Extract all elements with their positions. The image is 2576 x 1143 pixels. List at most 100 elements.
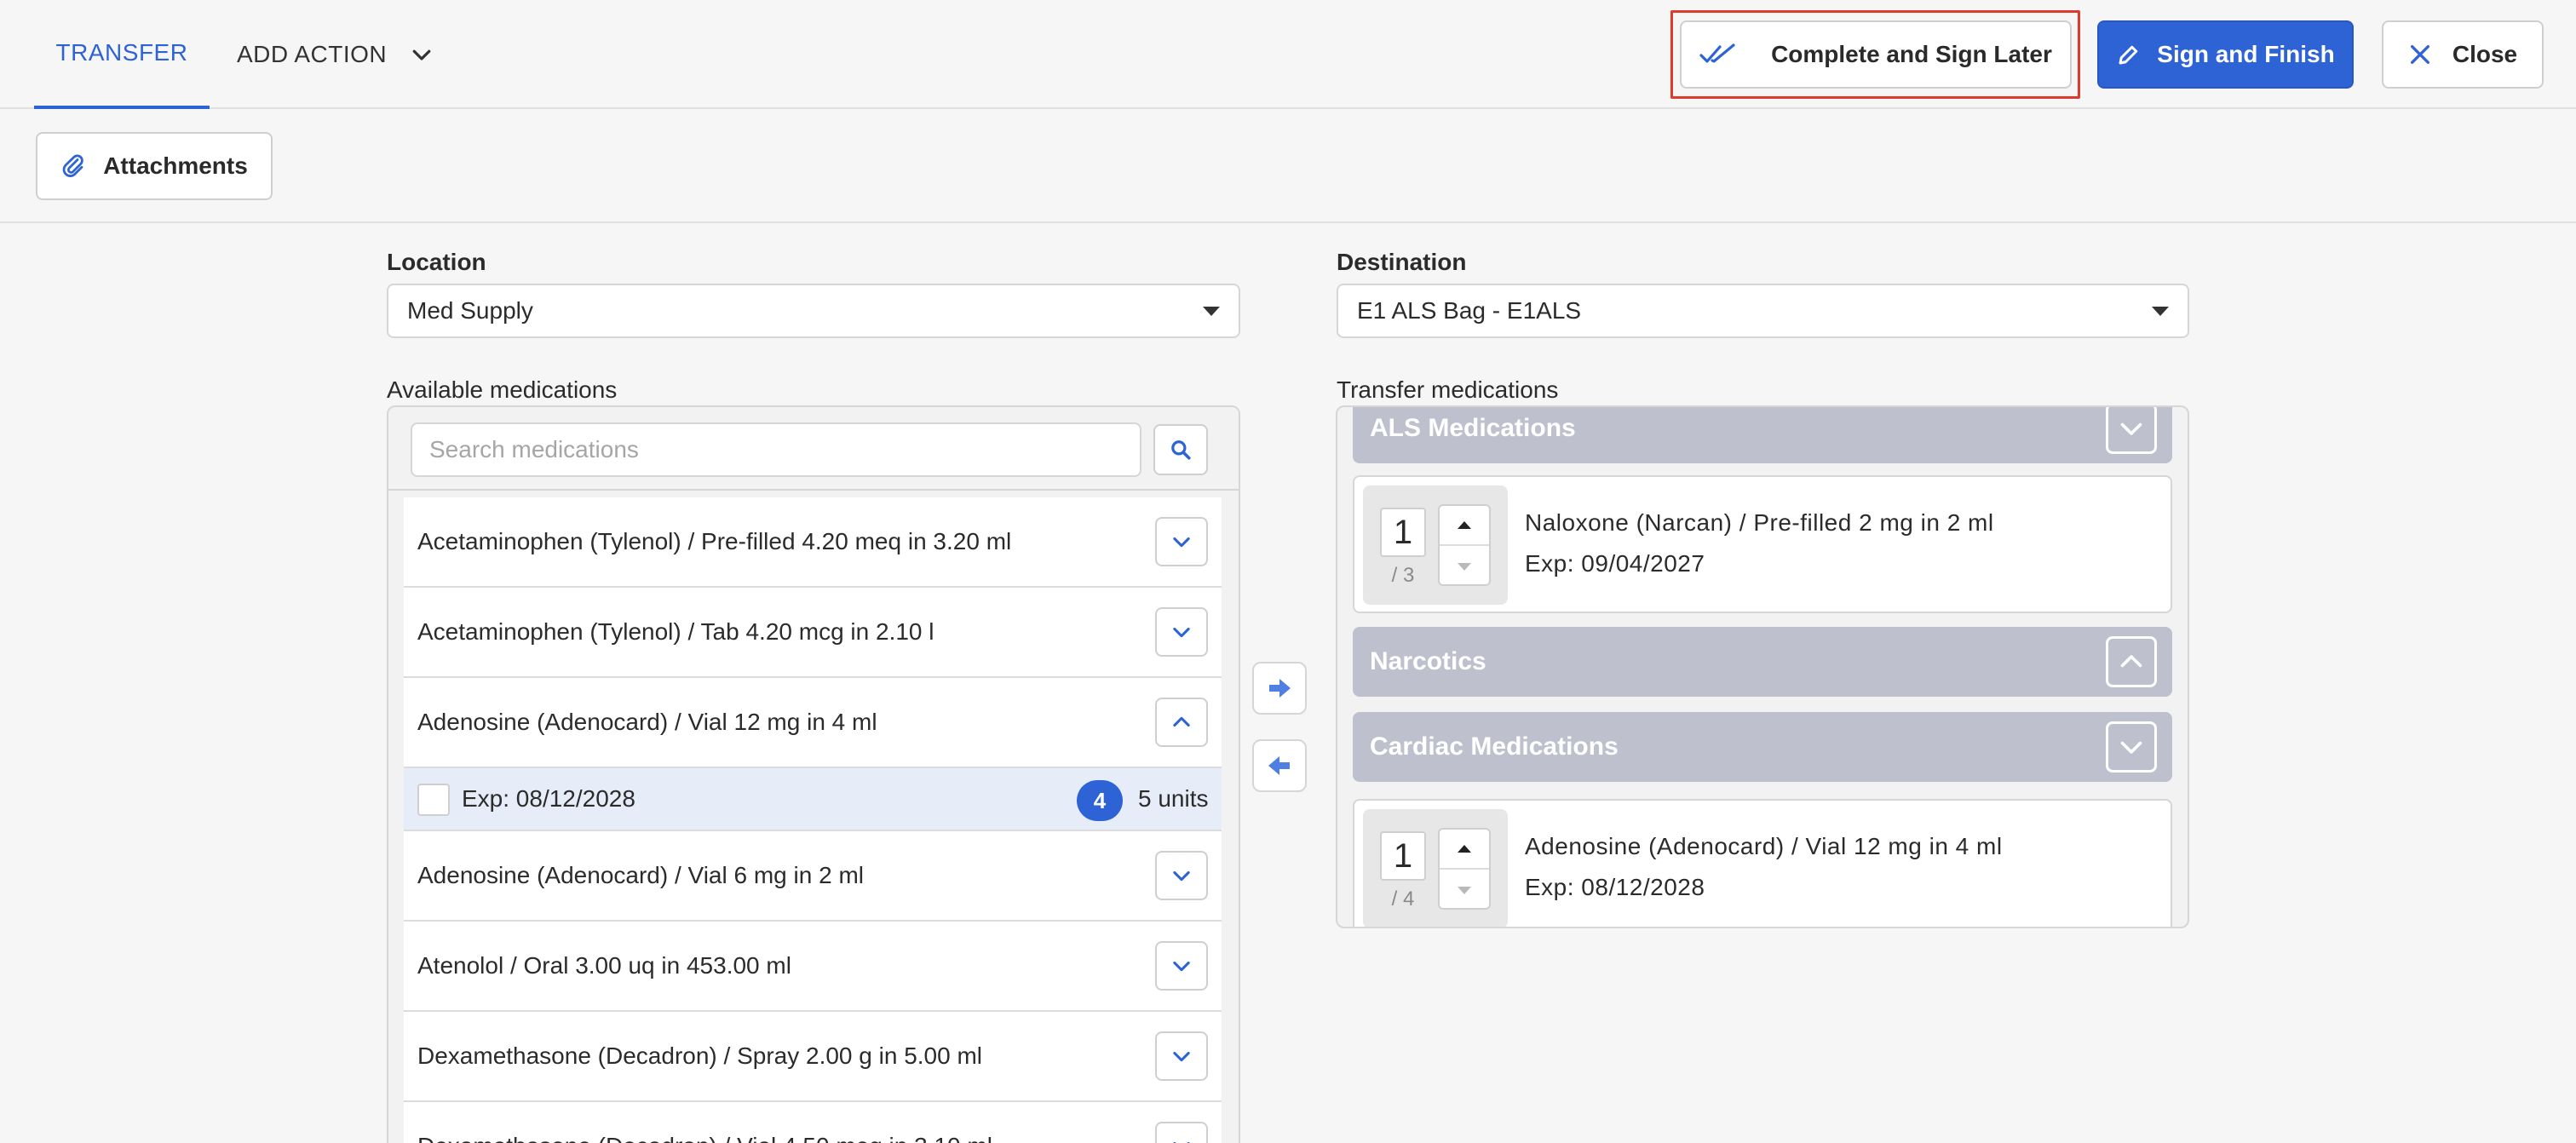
double-check-icon	[1699, 43, 1735, 63]
search-bar	[388, 407, 1239, 491]
expand-button[interactable]	[1155, 851, 1208, 900]
close-icon	[2410, 45, 2429, 64]
move-left-button[interactable]	[1252, 739, 1307, 792]
quantity-max: / 3	[1391, 564, 1415, 587]
quantity-input[interactable]: 1	[1380, 508, 1426, 557]
sign-and-finish-label: Sign and Finish	[2157, 41, 2335, 67]
expand-button[interactable]	[1155, 517, 1208, 566]
list-item[interactable]: Adenosine (Adenocard) / Vial 12 mg in 4 …	[404, 678, 1222, 768]
expand-button[interactable]	[1155, 607, 1208, 657]
location-label: Location	[387, 249, 486, 275]
list-item[interactable]: Atenolol / Oral 3.00 uq in 453.00 ml	[404, 922, 1222, 1012]
destination-select[interactable]: E1 ALS Bag - E1ALS	[1337, 284, 2189, 338]
stepper-buttons	[1438, 828, 1491, 910]
increment-button[interactable]	[1440, 830, 1489, 870]
group-title: Cardiac Medications	[1370, 732, 1619, 761]
expand-button[interactable]	[1155, 941, 1208, 991]
available-medications-label: Available medications	[387, 376, 618, 403]
lot-expiration: Exp: 08/12/2028	[462, 785, 635, 812]
chevron-down-icon	[1173, 1141, 1190, 1143]
list-item[interactable]: Dexamethasone (Decadron) / Vial 4.50 meq…	[404, 1102, 1222, 1143]
group-header-cardiac[interactable]: Cardiac Medications	[1353, 712, 2172, 782]
expand-button[interactable]	[1155, 1122, 1208, 1143]
group-title: ALS Medications	[1370, 414, 1576, 442]
chevron-down-icon	[1173, 1051, 1190, 1062]
chevron-up-icon	[2120, 655, 2142, 668]
search-button[interactable]	[1153, 424, 1208, 475]
decrement-button[interactable]	[1440, 547, 1489, 587]
chevron-down-icon	[1173, 537, 1190, 548]
add-action-menu[interactable]: ADD ACTION	[237, 0, 434, 109]
tab-transfer[interactable]: TRANSFER	[34, 0, 210, 109]
lot-units: 5 units	[1138, 785, 1209, 812]
medication-name: Adenosine (Adenocard) / Vial 12 mg in 4 …	[417, 709, 877, 735]
quantity-input[interactable]: 1	[1380, 831, 1426, 881]
count-badge: 4	[1077, 780, 1123, 821]
medication-name: Dexamethasone (Decadron) / Spray 2.00 g …	[417, 1042, 983, 1069]
complete-sign-later-button[interactable]: Complete and Sign Later	[1680, 20, 2072, 89]
caret-down-icon	[1458, 563, 1471, 571]
attachments-row: Attachments	[0, 111, 2576, 223]
group-toggle[interactable]	[2106, 407, 2157, 454]
chevron-down-icon	[1173, 961, 1190, 972]
location-value: Med Supply	[407, 297, 533, 324]
increment-button[interactable]	[1440, 506, 1489, 546]
close-button[interactable]: Close	[2382, 20, 2544, 89]
caret-down-icon	[1203, 306, 1220, 316]
paperclip-icon	[62, 154, 83, 177]
expand-button[interactable]	[1155, 1031, 1208, 1081]
top-bar: TRANSFER ADD ACTION Complete and Sign La…	[0, 0, 2576, 109]
search-icon	[1171, 440, 1191, 460]
lot-row: Exp: 08/12/2028 4 5 units	[404, 768, 1222, 831]
list-item[interactable]: Acetaminophen (Tylenol) / Tab 4.20 mcg i…	[404, 588, 1222, 678]
search-input[interactable]	[411, 422, 1141, 477]
medication-name: Acetaminophen (Tylenol) / Pre-filled 4.2…	[417, 528, 1012, 554]
sign-and-finish-button[interactable]: Sign and Finish	[2097, 20, 2354, 89]
transfer-item-name: Naloxone (Narcan) / Pre-filled 2 mg in 2…	[1525, 509, 1994, 536]
caret-down-icon	[2152, 306, 2169, 316]
destination-label: Destination	[1337, 249, 1467, 275]
group-title: Narcotics	[1370, 647, 1486, 675]
chevron-down-icon	[412, 49, 431, 60]
group-header-als[interactable]: ALS Medications	[1353, 407, 2172, 463]
available-medications-list: Acetaminophen (Tylenol) / Pre-filled 4.2…	[404, 497, 1222, 1143]
caret-up-icon	[1458, 845, 1471, 853]
close-label: Close	[2452, 41, 2518, 67]
chevron-down-icon	[2120, 741, 2142, 754]
attachments-label: Attachments	[103, 152, 248, 179]
location-select[interactable]: Med Supply	[387, 284, 1240, 338]
list-item[interactable]: Dexamethasone (Decadron) / Spray 2.00 g …	[404, 1012, 1222, 1102]
medication-name: Atenolol / Oral 3.00 uq in 453.00 ml	[417, 952, 791, 979]
complete-sign-later-label: Complete and Sign Later	[1771, 41, 2052, 67]
pen-icon	[2119, 45, 2138, 65]
chevron-down-icon	[1173, 627, 1190, 638]
group-toggle[interactable]	[2106, 636, 2157, 687]
transfer-item: 1 / 4 Adenosine (Adenocard) / Vial 12 mg…	[1353, 799, 2172, 927]
transfer-item-name: Adenosine (Adenocard) / Vial 12 mg in 4 …	[1525, 833, 2003, 859]
destination-value: E1 ALS Bag - E1ALS	[1357, 297, 1582, 324]
list-item[interactable]: Acetaminophen (Tylenol) / Pre-filled 4.2…	[404, 497, 1222, 588]
available-medications-panel: Acetaminophen (Tylenol) / Pre-filled 4.2…	[387, 405, 1240, 1143]
caret-up-icon	[1458, 521, 1471, 529]
quantity-max: / 4	[1391, 887, 1415, 910]
transfer-medications-label: Transfer medications	[1337, 376, 1559, 403]
chevron-up-icon	[1173, 716, 1190, 727]
move-right-button[interactable]	[1252, 662, 1307, 715]
medication-name: Acetaminophen (Tylenol) / Tab 4.20 mcg i…	[417, 618, 934, 645]
attachments-button[interactable]: Attachments	[36, 132, 273, 200]
arrow-left-icon	[1268, 756, 1290, 775]
transfer-item: 1 / 3 Naloxone (Narcan) / Pre-filled 2 m…	[1353, 475, 2172, 613]
transfer-item-expiration: Exp: 09/04/2027	[1525, 550, 1705, 577]
list-item[interactable]: Adenosine (Adenocard) / Vial 6 mg in 2 m…	[404, 831, 1222, 922]
transfer-medications-panel: ALS Medications 1 / 3 Naloxone (Narcan) …	[1336, 405, 2189, 928]
add-action-label: ADD ACTION	[237, 41, 388, 67]
chevron-down-icon	[1173, 870, 1190, 882]
decrement-button[interactable]	[1440, 870, 1489, 910]
lot-checkbox[interactable]	[417, 784, 450, 816]
quantity-stepper: 1 / 4	[1363, 809, 1508, 927]
collapse-button[interactable]	[1155, 698, 1208, 747]
medication-name: Dexamethasone (Decadron) / Vial 4.50 meq…	[417, 1133, 992, 1143]
group-header-narcotics[interactable]: Narcotics	[1353, 627, 2172, 697]
transfer-item-expiration: Exp: 08/12/2028	[1525, 874, 1705, 900]
group-toggle[interactable]	[2106, 721, 2157, 773]
